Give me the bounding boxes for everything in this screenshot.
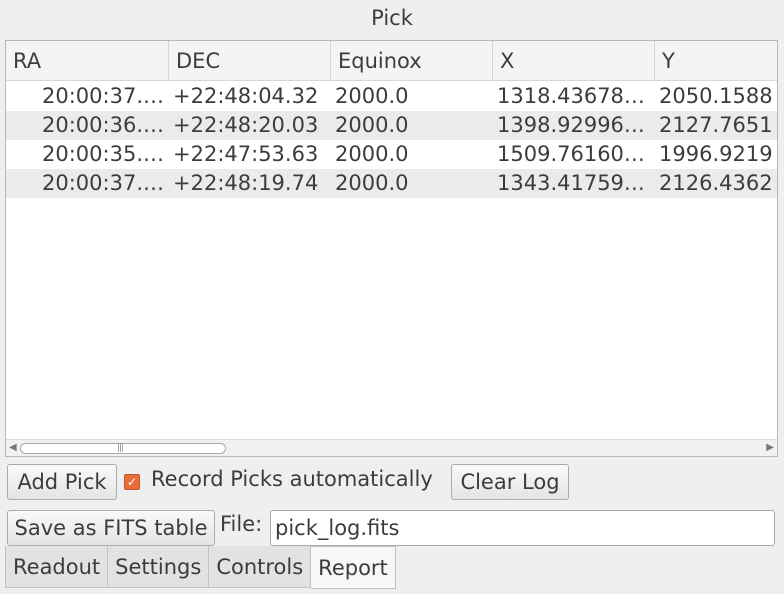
add-pick-button[interactable]: Add Pick (7, 464, 117, 500)
table-row[interactable]: 20:00:37.… +22:48:04.32 2000.0 1318.4367… (6, 82, 777, 111)
clear-log-button[interactable]: Clear Log (451, 464, 569, 500)
cell-equinox: 2000.0 (335, 84, 409, 108)
file-label: File: (220, 512, 263, 536)
column-header-x[interactable]: X (493, 41, 655, 81)
cell-ra: 20:00:37.… (42, 84, 164, 108)
column-header-y[interactable]: Y (655, 41, 777, 81)
save-fits-button[interactable]: Save as FITS table (7, 510, 215, 546)
column-header-equinox[interactable]: Equinox (331, 41, 493, 81)
file-name-input[interactable] (270, 510, 775, 546)
cell-x: 1509.76160… (497, 142, 645, 166)
cell-y: 2050.1588 (659, 84, 773, 108)
cell-dec: +22:47:53.63 (173, 142, 319, 166)
scroll-left-icon[interactable]: ◀ (9, 442, 17, 453)
cell-dec: +22:48:20.03 (173, 113, 319, 137)
cell-ra: 20:00:37.… (42, 171, 164, 195)
cell-dec: +22:48:19.74 (173, 171, 319, 195)
tab-controls[interactable]: Controls (209, 546, 312, 588)
table-body: 20:00:37.… +22:48:04.32 2000.0 1318.4367… (6, 82, 777, 198)
cell-equinox: 2000.0 (335, 113, 409, 137)
cell-x: 1343.41759… (497, 171, 645, 195)
tab-bar: Readout Settings Controls Report (5, 546, 396, 589)
cell-y: 1996.9219 (659, 142, 773, 166)
table-header: RA DEC Equinox X Y (6, 41, 777, 81)
table-row[interactable]: 20:00:36.… +22:48:20.03 2000.0 1398.9299… (6, 111, 777, 140)
horizontal-scrollbar[interactable]: ◀ ||| ▶ (6, 439, 777, 456)
cell-y: 2126.4362 (659, 171, 773, 195)
grip-icon: ||| (117, 443, 124, 453)
tab-report[interactable]: Report (311, 546, 396, 589)
column-header-ra[interactable]: RA (6, 41, 169, 81)
cell-equinox: 2000.0 (335, 171, 409, 195)
checkmark-icon: ✓ (126, 475, 138, 489)
scroll-right-icon[interactable]: ▶ (766, 442, 774, 453)
tab-readout[interactable]: Readout (5, 546, 109, 588)
table-row[interactable]: 20:00:35.… +22:47:53.63 2000.0 1509.7616… (6, 140, 777, 169)
scrollbar-thumb[interactable]: ||| (20, 443, 226, 454)
tab-settings[interactable]: Settings (108, 546, 210, 588)
cell-ra: 20:00:35.… (42, 142, 164, 166)
cell-dec: +22:48:04.32 (173, 84, 319, 108)
pick-table[interactable]: RA DEC Equinox X Y 20:00:37.… +22:48:04.… (5, 40, 778, 457)
cell-ra: 20:00:36.… (42, 113, 164, 137)
column-header-dec[interactable]: DEC (169, 41, 331, 81)
cell-x: 1318.43678… (497, 84, 645, 108)
cell-x: 1398.92996… (497, 113, 645, 137)
table-row[interactable]: 20:00:37.… +22:48:19.74 2000.0 1343.4175… (6, 169, 777, 198)
resize-grip-icon[interactable]: … (386, 590, 394, 594)
record-picks-label[interactable]: Record Picks automatically (151, 467, 433, 491)
cell-y: 2127.7651 (659, 113, 773, 137)
record-picks-checkbox[interactable]: ✓ (124, 474, 140, 490)
cell-equinox: 2000.0 (335, 142, 409, 166)
panel-title: Pick (371, 6, 413, 30)
